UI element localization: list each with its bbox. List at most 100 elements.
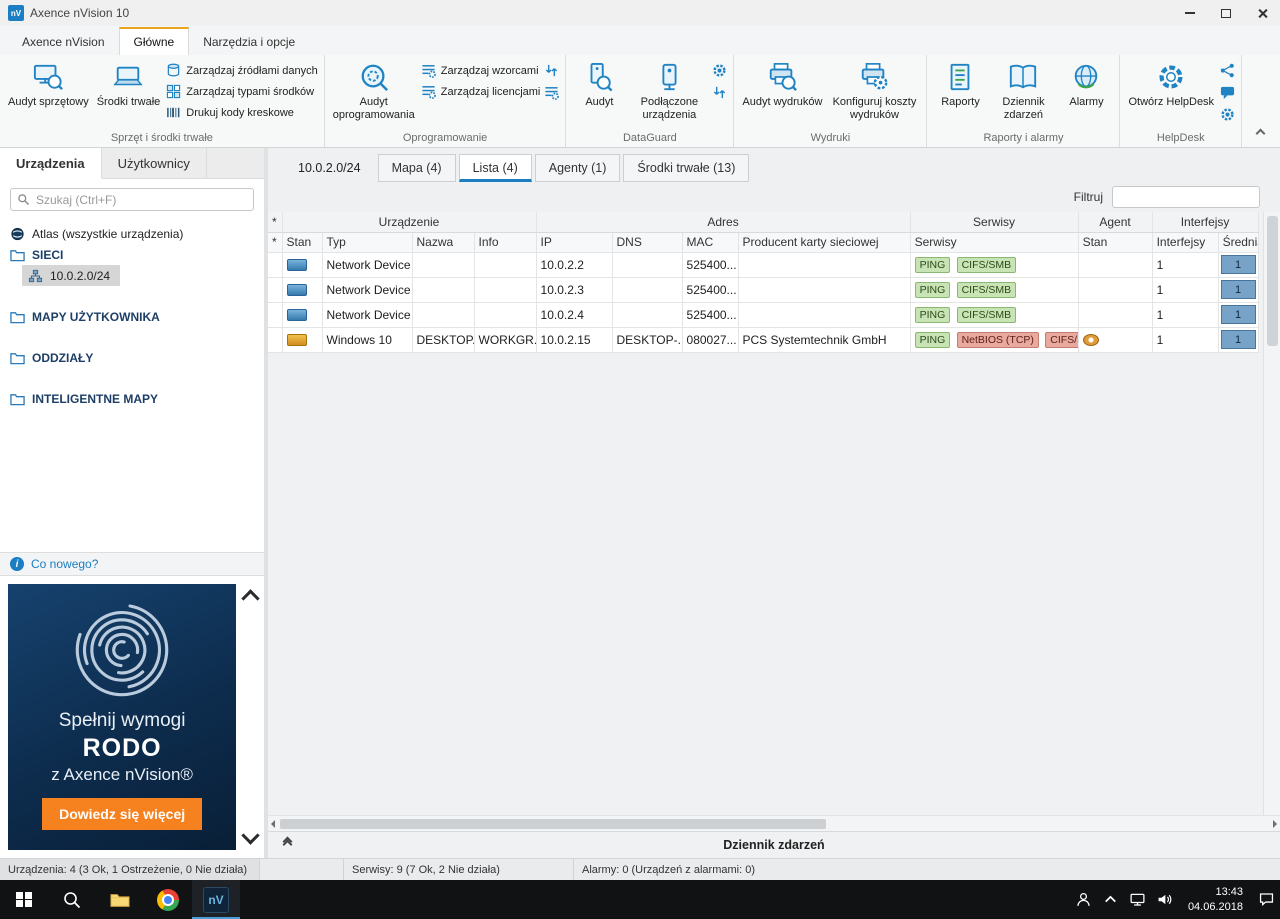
minimize-button[interactable] [1172,0,1208,26]
group-header-address[interactable]: Adres [536,212,911,233]
event-log-button[interactable]: Dziennik zdarzeń [991,58,1055,131]
dataguard-settings-icon[interactable] [712,63,727,78]
print-audit-button[interactable]: Audyt wydruków [740,58,824,131]
vertical-scrollbar-thumb[interactable] [1267,216,1278,346]
horizontal-scrollbar[interactable] [268,815,1280,831]
col-header-agent-stan[interactable]: Stan [1078,232,1153,253]
group-header-device[interactable]: Urządzenie [282,212,537,233]
chrome-button[interactable] [144,880,192,919]
col-header-info[interactable]: Info [474,232,537,253]
tab-mapa[interactable]: Mapa (4) [377,154,456,182]
tree-item-network[interactable]: 10.0.2.0/24 [22,265,121,286]
dataguard-audit-button[interactable]: Audyt [572,58,626,131]
alarms-button[interactable]: Alarmy [1059,58,1113,131]
event-log-panel-header[interactable]: Dziennik zdarzeń [268,831,1280,858]
network-breadcrumb[interactable]: 10.0.2.0/24 [284,155,375,182]
menu-tab-glowne[interactable]: Główne [118,27,190,55]
tray-people-button[interactable] [1070,880,1097,919]
software-audit-button[interactable]: Audyt oprogramowania [331,58,417,131]
manage-patterns-item[interactable]: Zarządzaj wzorcami [421,63,541,78]
service-badge[interactable]: CIFS/SMB [1045,331,1078,348]
scroll-down-icon[interactable] [240,826,260,845]
col-header-dns[interactable]: DNS [612,232,683,253]
rodo-ad-banner[interactable]: Spełnij wymogi RODO z Axence nVision® Do… [8,584,237,850]
service-badge[interactable]: PING [914,256,951,273]
ribbon-collapse-button[interactable] [1255,126,1266,140]
col-header-interfejsy[interactable]: Interfejsy [1152,232,1219,253]
group-header-agent[interactable]: Agent [1078,212,1153,233]
service-badge[interactable]: PING [914,331,951,348]
group-header-services[interactable]: Serwisy [910,212,1079,233]
share-icon[interactable] [1220,63,1235,78]
table-row[interactable]: Network Device 10.0.2.3 525400... PING C… [268,277,1259,303]
col-header-serwisy[interactable]: Serwisy [910,232,1079,253]
manage-licenses-item[interactable]: Zarządzaj licencjami [421,84,540,99]
connected-devices-button[interactable]: Podłączone urządzenia [630,58,708,131]
filter-input[interactable] [1123,190,1278,204]
tab-agenty[interactable]: Agenty (1) [534,154,621,182]
manage-data-sources-item[interactable]: Zarządzaj źródłami danych [166,63,318,78]
menu-tab-narzedzia[interactable]: Narzędzia i opcje [189,29,309,55]
horizontal-scrollbar-thumb[interactable] [280,818,826,829]
scroll-right-icon[interactable] [1273,819,1277,828]
manage-asset-types-item[interactable]: Zarządzaj typami środków [166,84,317,99]
action-center-button[interactable] [1253,880,1280,919]
tree-item-mapy[interactable]: MAPY UŻYTKOWNIKA [0,306,264,327]
expand-event-log-button[interactable] [282,836,293,850]
col-header-producent[interactable]: Producent karty sieciowej [738,232,911,253]
scroll-up-icon[interactable] [240,589,260,608]
software-list-icon[interactable] [544,85,559,100]
close-button[interactable] [1244,0,1280,26]
tree-item-sieci[interactable]: SIECI [0,244,264,265]
group-header-interfaces[interactable]: Interfejsy [1152,212,1259,233]
service-badge[interactable]: CIFS/SMB [956,281,1017,298]
scroll-left-icon[interactable] [271,819,275,828]
service-badge[interactable]: PING [914,306,951,323]
dataguard-sync-icon[interactable] [712,85,727,100]
menu-tab-axence-nvision[interactable]: Axence nVision [8,29,119,55]
file-explorer-button[interactable] [96,880,144,919]
start-button[interactable] [0,880,48,919]
group-header-star[interactable]: * [268,212,283,233]
ad-cta-button[interactable]: Dowiedz się więcej [42,798,203,830]
search-input[interactable] [36,192,247,207]
sidebar-tab-users[interactable]: Użytkownicy [101,148,207,178]
col-header-typ[interactable]: Typ [322,232,413,253]
hardware-audit-button[interactable]: Audyt sprzętowy [6,58,91,131]
service-badge[interactable]: CIFS/SMB [956,306,1017,323]
print-costs-button[interactable]: Konfiguruj koszty wydruków [828,58,920,131]
tree-item-atlas[interactable]: Atlas (wszystkie urządzenia) [0,223,264,244]
fixed-assets-button[interactable]: Środki trwałe [95,58,163,131]
col-header-srednia[interactable]: Średnia [1218,232,1259,253]
service-badge[interactable]: NetBIOS (TCP) [956,331,1039,348]
taskbar-search-button[interactable] [48,880,96,919]
tree-item-inteligentne[interactable]: INTELIGENTNE MAPY [0,388,264,409]
service-badge[interactable]: PING [914,281,951,298]
vertical-scrollbar[interactable] [1263,212,1280,815]
chat-icon[interactable] [1220,85,1235,100]
col-header-stan[interactable]: Stan [282,232,323,253]
horizontal-scroll-track[interactable] [278,818,1270,830]
service-badge[interactable]: CIFS/SMB [956,256,1017,273]
filter-box[interactable] [1112,186,1278,208]
tray-show-hidden-icons-button[interactable] [1097,880,1124,919]
whats-new-link[interactable]: Co nowego? [31,557,98,571]
col-header-ip[interactable]: IP [536,232,613,253]
reports-button[interactable]: Raporty [933,58,987,131]
maximize-button[interactable] [1208,0,1244,26]
col-header-mac[interactable]: MAC [682,232,739,253]
sidebar-tab-devices[interactable]: Urządzenia [0,148,102,179]
tray-network-button[interactable] [1124,880,1151,919]
tab-srodki-trwale[interactable]: Środki trwałe (13) [623,154,750,182]
tray-volume-button[interactable] [1151,880,1178,919]
col-header-star[interactable]: * [268,232,283,253]
print-barcodes-item[interactable]: Drukuj kody kreskowe [166,105,317,120]
table-row[interactable]: Network Device 10.0.2.2 525400... PING C… [268,252,1259,278]
tab-lista[interactable]: Lista (4) [458,154,532,182]
helpdesk-settings-icon[interactable] [1220,107,1235,122]
taskbar-clock[interactable]: 13:43 04.06.2018 [1178,880,1253,919]
table-row[interactable]: Network Device 10.0.2.4 525400... PING C… [268,302,1259,328]
sidebar-search-box[interactable] [10,188,254,211]
nvision-taskbar-button[interactable]: nV [192,880,240,919]
import-export-icon[interactable] [544,63,559,78]
